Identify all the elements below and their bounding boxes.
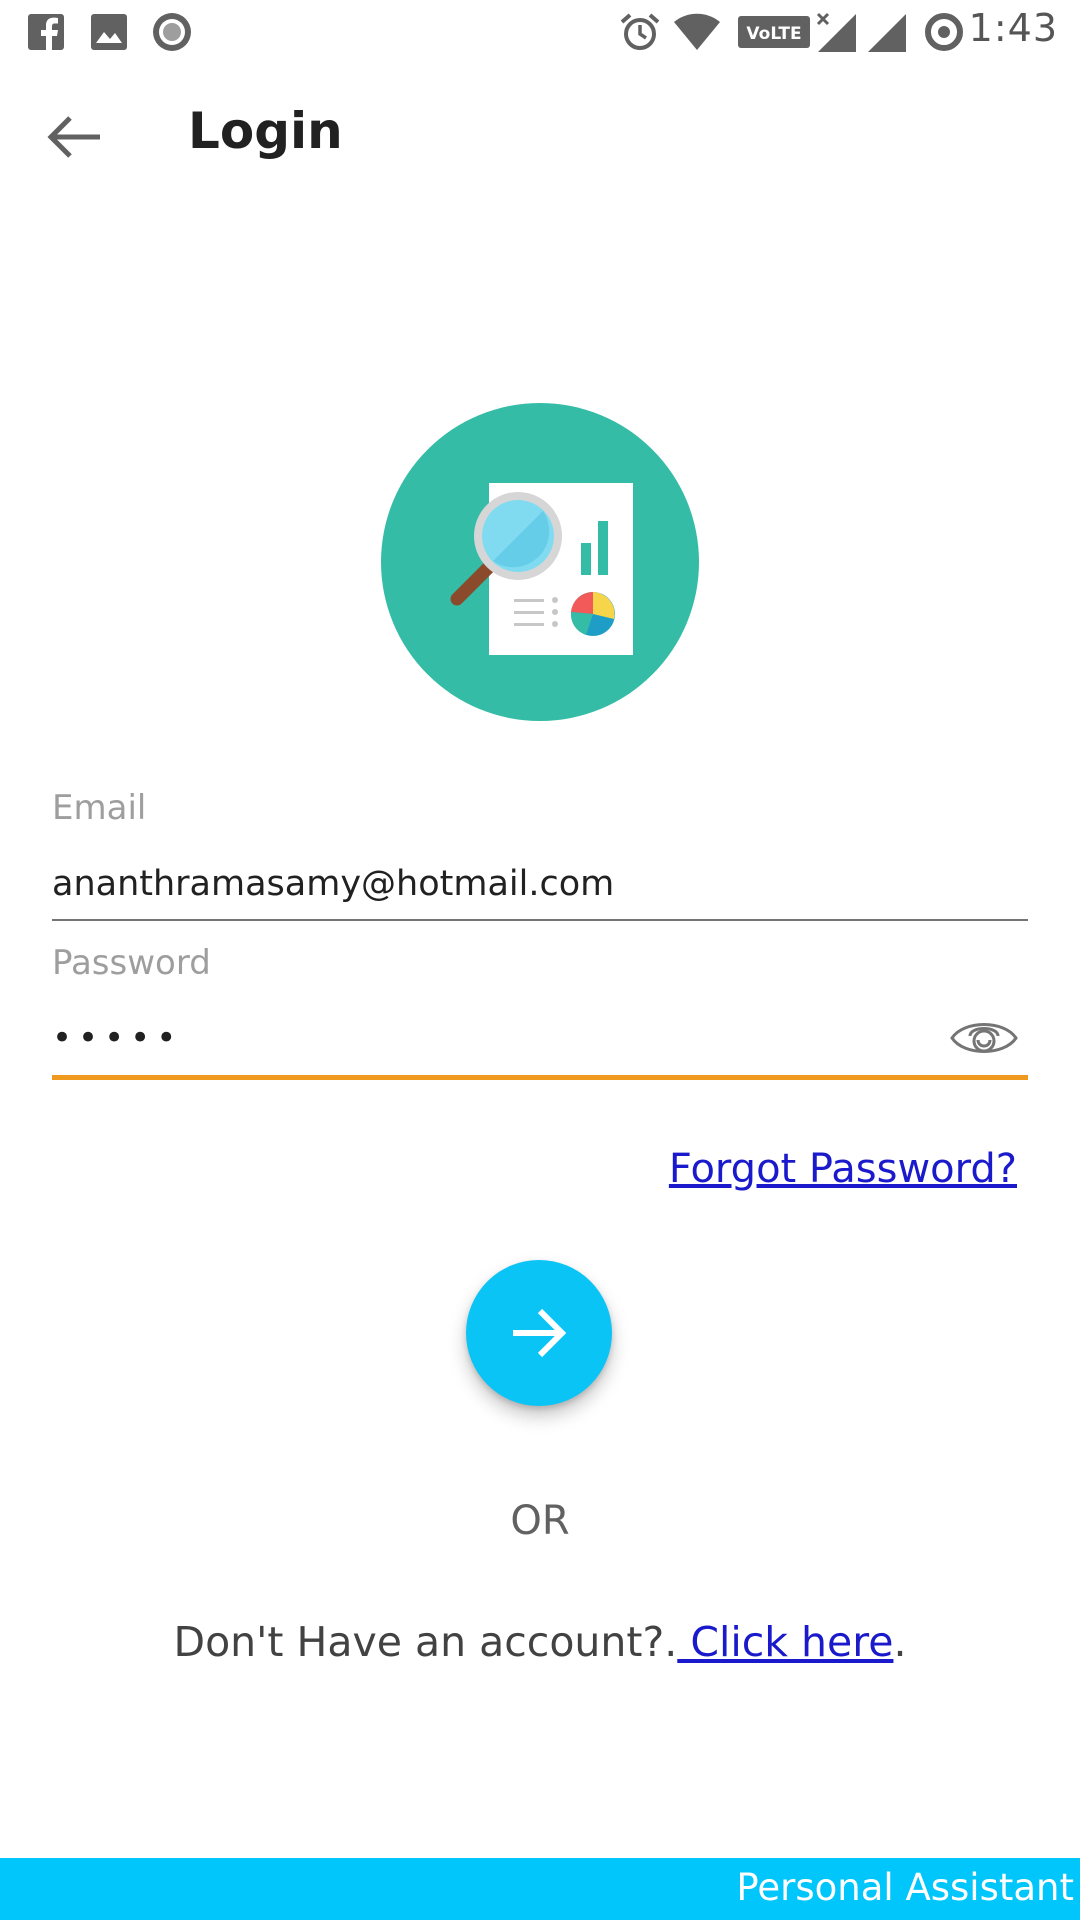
email-underline [52, 919, 1028, 921]
submit-button[interactable] [466, 1260, 612, 1406]
wifi-icon [674, 13, 720, 50]
app-bar: Login [0, 64, 1080, 210]
or-separator: OR [510, 1498, 570, 1544]
forgot-password-link[interactable]: Forgot Password? [669, 1146, 1017, 1192]
page-title: Login [188, 102, 343, 160]
password-field[interactable] [52, 1010, 972, 1066]
footer-text: Personal Assistant [736, 1866, 1074, 1909]
volte-label: VoLTE [746, 24, 801, 44]
status-bar: VoLTE 1:43 [0, 0, 1080, 64]
eye-icon[interactable] [948, 1012, 1020, 1064]
status-time: 1:43 [968, 6, 1058, 50]
password-underline [52, 1075, 1028, 1080]
record-icon [153, 13, 191, 51]
volte-icon: VoLTE [738, 16, 810, 48]
password-label: Password [52, 943, 211, 983]
signal-icon [868, 14, 906, 52]
facebook-icon [28, 14, 64, 50]
footer-bar: Personal Assistant [0, 1858, 1080, 1920]
signup-suffix: . [893, 1618, 907, 1666]
email-field[interactable] [52, 858, 972, 910]
signup-prompt-text: Don't Have an account?. [173, 1618, 678, 1666]
email-label: Email [52, 788, 147, 828]
alarm-icon [620, 13, 660, 50]
data-saver-icon [925, 13, 963, 51]
arrow-right-icon [513, 1308, 567, 1358]
signup-prompt: Don't Have an account?. Click here. [0, 1618, 1080, 1666]
gallery-icon [91, 14, 127, 50]
signal-no-data-icon [816, 12, 856, 52]
back-arrow-icon[interactable] [40, 108, 108, 166]
signup-link[interactable]: Click here [677, 1618, 893, 1666]
analytics-report-icon [381, 403, 699, 721]
